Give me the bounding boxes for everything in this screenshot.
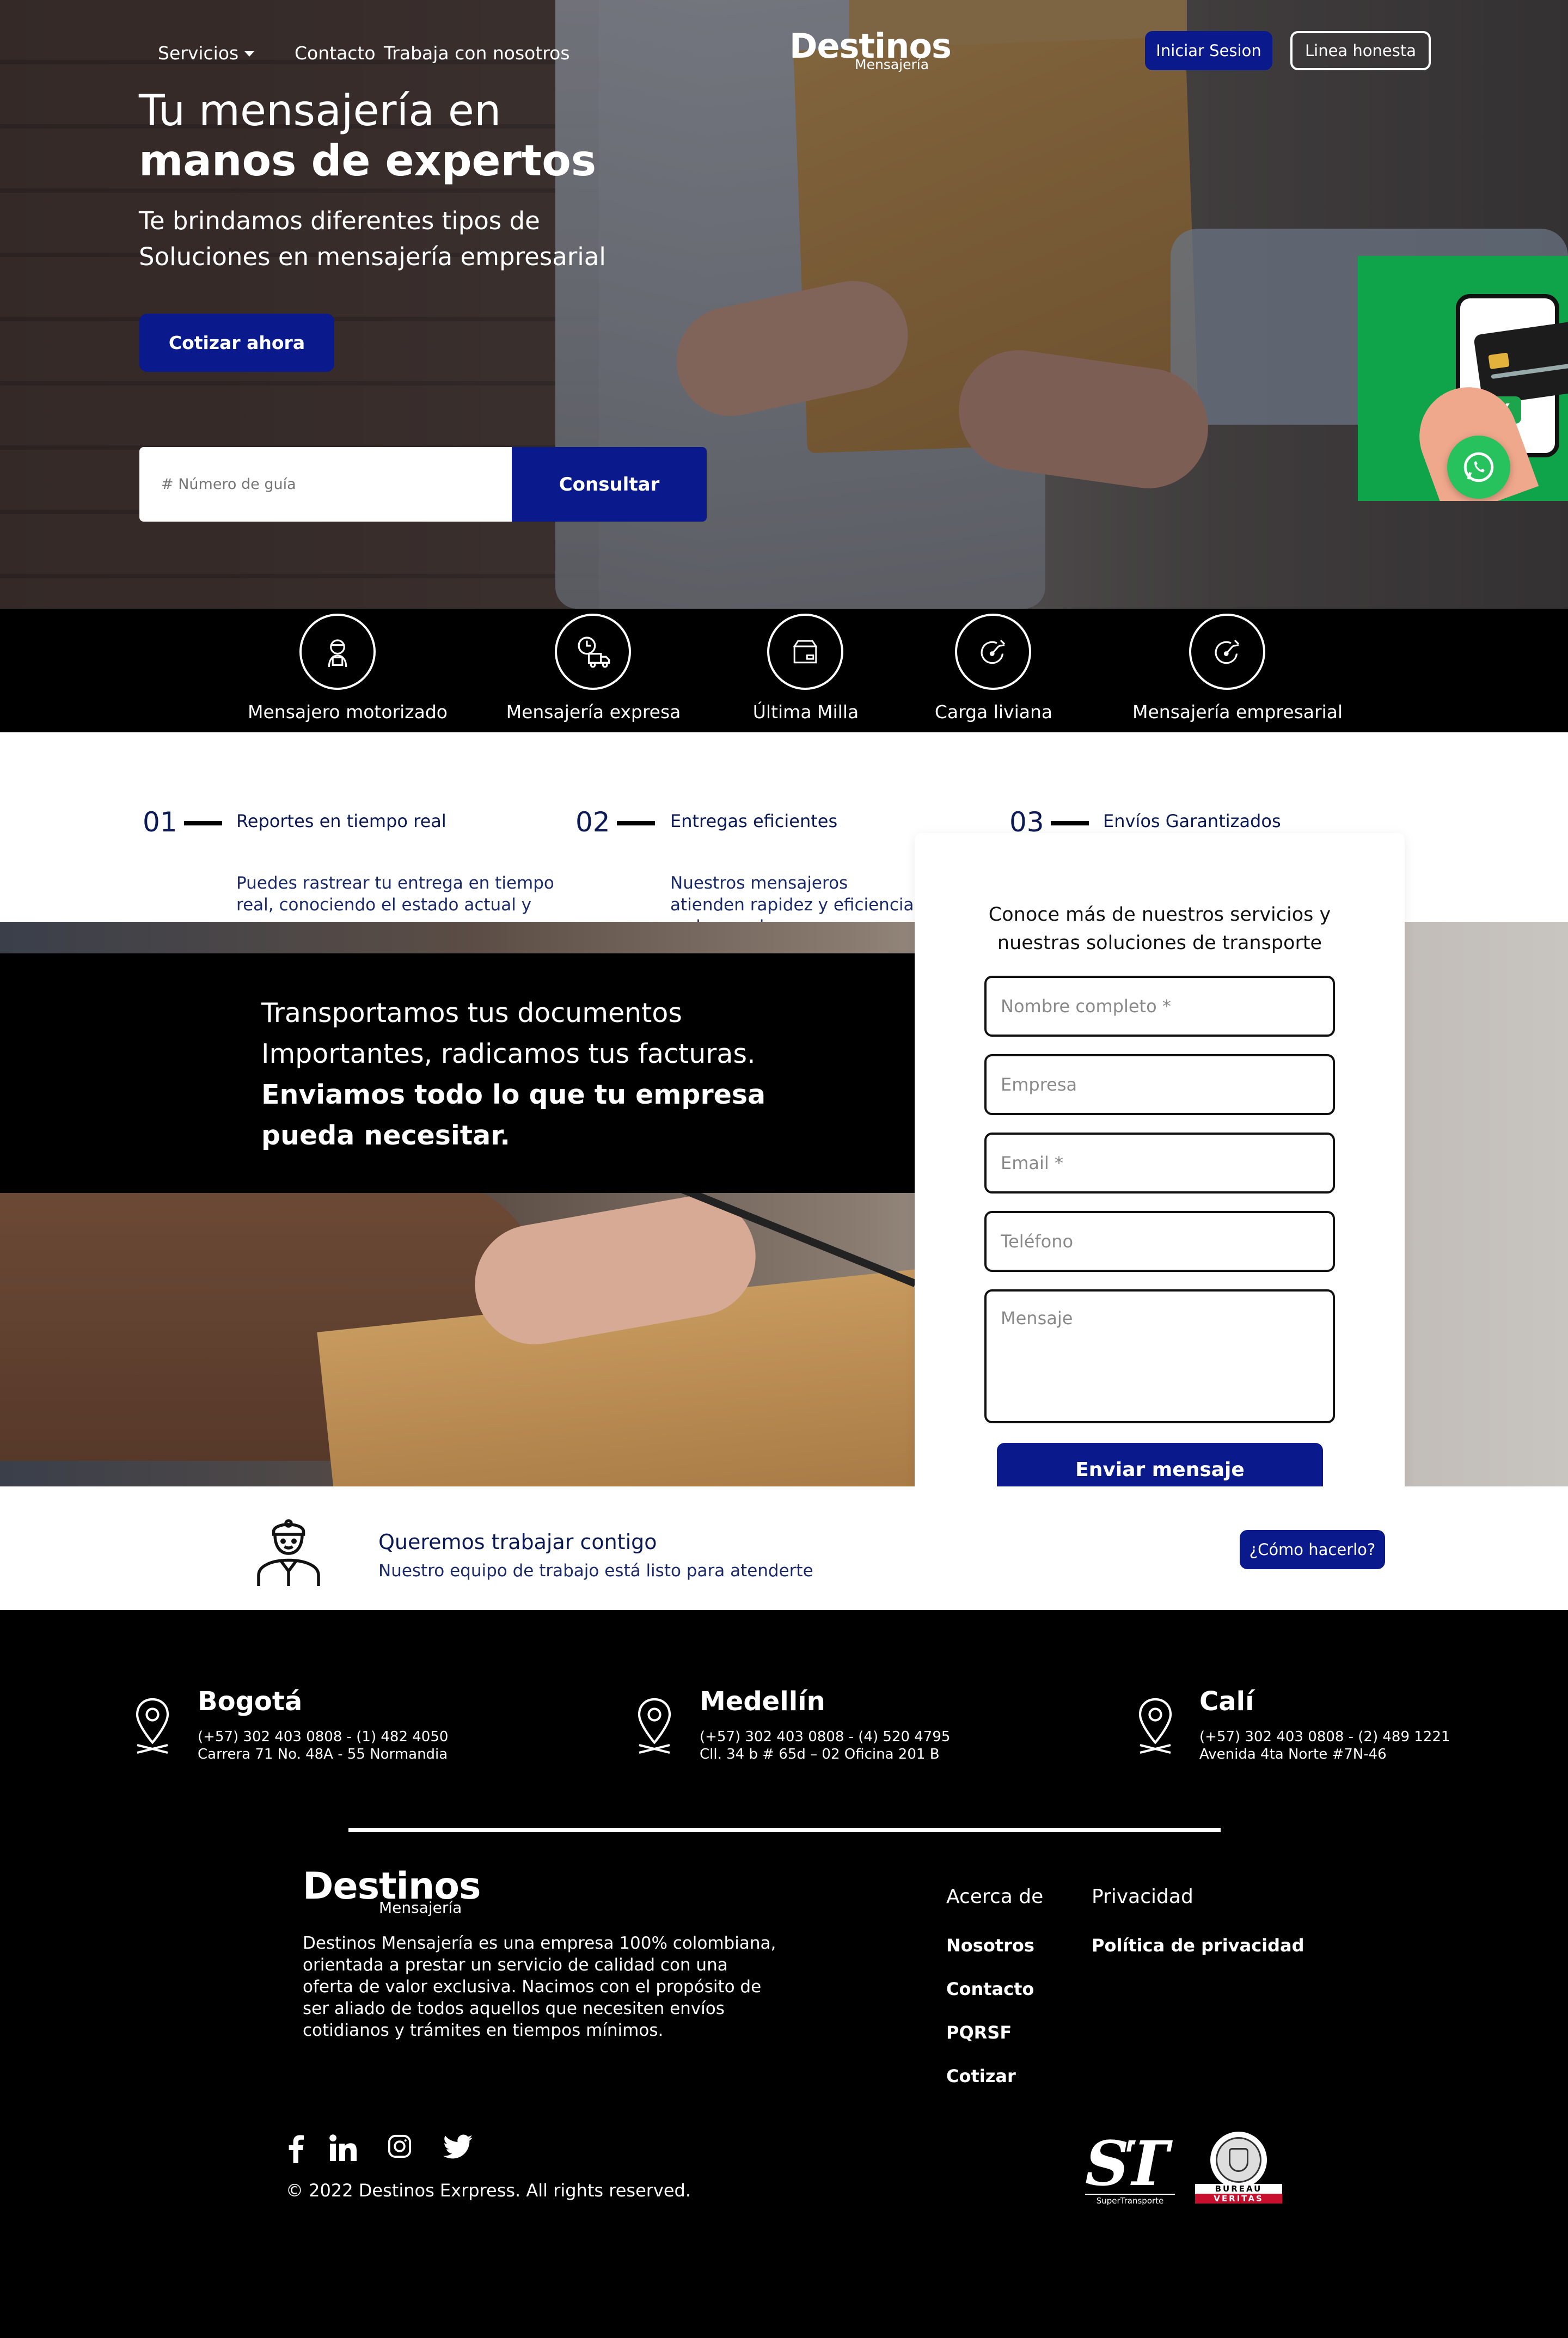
office-address: Cll. 34 b # 65d – 02 Oficina 201 B [700,1746,940,1762]
feature-text: Puedes rastrear tu entrega en tiempo rea… [236,873,554,915]
instagram-icon[interactable] [387,2134,412,2159]
supertransporte-rule [1085,2194,1175,2195]
linea-honesta-button[interactable]: Linea honesta [1290,31,1431,70]
footer-link-privacy-policy[interactable]: Política de privacidad [1092,1935,1304,1956]
brand-sub: Mensajería [379,1899,462,1917]
service-label: Carga liviana [934,701,1053,723]
location-pin-icon [1136,1696,1174,1756]
copyright-text: © 2022 Destinos Exrpress. All rights res… [286,2180,691,2201]
feature-dash [617,821,655,825]
email-field[interactable] [984,1133,1335,1194]
payment-promo[interactable]: PAY [1358,256,1568,501]
services-strip: Mensajero motorizado Mensajería expresa … [0,609,1568,732]
band-text-line2: Importantes, radicamos tus facturas. [261,1038,756,1069]
nav-trabaja[interactable]: Trabaja con nosotros [384,42,570,64]
supertransporte-caption: SuperTransporte [1096,2196,1164,2206]
package-icon [767,614,843,690]
bureau-veritas-logo: BUREAU VERITAS [1195,2132,1282,2204]
como-hacerlo-button[interactable]: ¿Cómo hacerlo? [1240,1530,1385,1569]
express-truck-icon [555,614,631,690]
supertransporte-mark: ST [1085,2128,1169,2200]
phone-field[interactable] [984,1211,1335,1272]
office-phone[interactable]: (+57) 302 403 0808 - (4) 520 4795 [700,1729,950,1745]
footer-link-contacto[interactable]: Contacto [946,1979,1034,1999]
band-text-line4: pueda necesitar. [261,1120,511,1151]
nav-servicios[interactable]: Servicios [158,42,238,64]
bureau-veritas-seal [1210,2132,1267,2188]
tracking-input[interactable] [139,447,512,522]
footer-heading-acerca: Acerca de [946,1886,1044,1908]
service-label: Mensajería empresarial [1132,701,1343,723]
cotizar-button[interactable]: Cotizar ahora [139,314,334,372]
feature-title: Entregas eficientes [670,811,838,831]
footer-link-cotizar[interactable]: Cotizar [946,2066,1016,2086]
supertransporte-logo: ST SuperTransporte [1085,2128,1175,2206]
office-address: Avenida 4ta Norte #7N-46 [1199,1746,1387,1762]
bureau-veritas-line2: VERITAS [1195,2194,1282,2204]
facebook-icon[interactable] [284,2133,306,2163]
office-city: Medellín [700,1686,825,1717]
speed-gauge-icon [955,614,1031,690]
cta-title: Queremos trabajar contigo [378,1530,657,1554]
whatsapp-icon [1463,452,1494,482]
footer-brand-logo[interactable]: Destinos Mensajería [303,1865,481,1919]
consultar-button[interactable]: Consultar [512,447,707,522]
footer: Bogotá (+57) 302 403 0808 - (1) 482 4050… [0,1610,1568,2338]
office-city: Calí [1199,1686,1254,1717]
name-field[interactable] [984,976,1335,1037]
footer-heading-privacidad: Privacidad [1092,1886,1193,1908]
service-label: Última Milla [752,701,859,723]
feature-dash [1051,821,1089,825]
footer-divider [348,1828,1221,1832]
courier-avatar-icon [248,1507,329,1589]
office-city: Bogotá [198,1686,303,1717]
contact-form: Conoce más de nuestros servicios y nuest… [915,833,1405,1497]
footer-about-text: Destinos Mensajería es una empresa 100% … [303,1933,776,2040]
office-address: Carrera 71 No. 48A - 55 Normandia [198,1746,448,1762]
band-text-line1: Transportamos tus documentos [261,997,682,1029]
cta-subtitle: Nuestro equipo de trabajo está listo par… [378,1561,813,1581]
feature-number: 02 [575,806,610,838]
feature-title: Envíos Garantizados [1103,811,1281,831]
service-label: Mensajería expresa [506,701,681,723]
bureau-veritas-line1: BUREAU [1195,2184,1282,2194]
chevron-down-icon[interactable] [244,51,254,57]
work-with-us-section: Queremos trabajar contigo Nuestro equipo… [0,1486,1568,1610]
brand-sub: Mensajería [855,57,929,72]
band-text-line3: Enviamos todo lo que tu empresa [261,1079,766,1110]
location-pin-icon [635,1696,673,1756]
speed-gauge-icon [1189,614,1265,690]
hero-subtitle-line1: Te brindamos diferentes tipos de [139,206,540,235]
login-button[interactable]: Iniciar Sesion [1145,31,1272,70]
footer-link-nosotros[interactable]: Nosotros [946,1935,1034,1956]
feature-dash [184,821,222,825]
brand-logo[interactable]: Destinos Mensajería [789,26,952,75]
courier-icon [299,614,376,690]
office-phone[interactable]: (+57) 302 403 0808 - (1) 482 4050 [198,1729,448,1745]
form-title-line1: Conoce más de nuestros servicios y [988,904,1331,926]
hero-title-line2: manos de expertos [139,137,597,186]
twitter-icon[interactable] [443,2134,473,2159]
location-pin-icon [133,1696,171,1756]
message-field[interactable] [984,1289,1335,1423]
feature-title: Reportes en tiempo real [236,811,446,831]
feature-text: Nuestros mensajeros atienden rapidez y e… [670,873,914,922]
company-field[interactable] [984,1054,1335,1115]
hero-subtitle-line2: Soluciones en mensajería empresarial [139,242,606,271]
form-title-line2: nuestras soluciones de transporte [997,932,1322,954]
service-label: Mensajero motorizado [248,701,448,723]
hero-section: Servicios Contacto Trabaja con nosotros … [0,0,1568,609]
whatsapp-button[interactable] [1447,436,1510,499]
footer-link-pqrsf[interactable]: PQRSF [946,2022,1012,2043]
hero-title-line1: Tu mensajería en [139,87,501,136]
office-phone[interactable]: (+57) 302 403 0808 - (2) 489 1221 [1199,1729,1450,1745]
linkedin-icon[interactable] [329,2134,358,2162]
feature-number: 01 [143,806,177,838]
nav-contacto[interactable]: Contacto [295,42,376,64]
